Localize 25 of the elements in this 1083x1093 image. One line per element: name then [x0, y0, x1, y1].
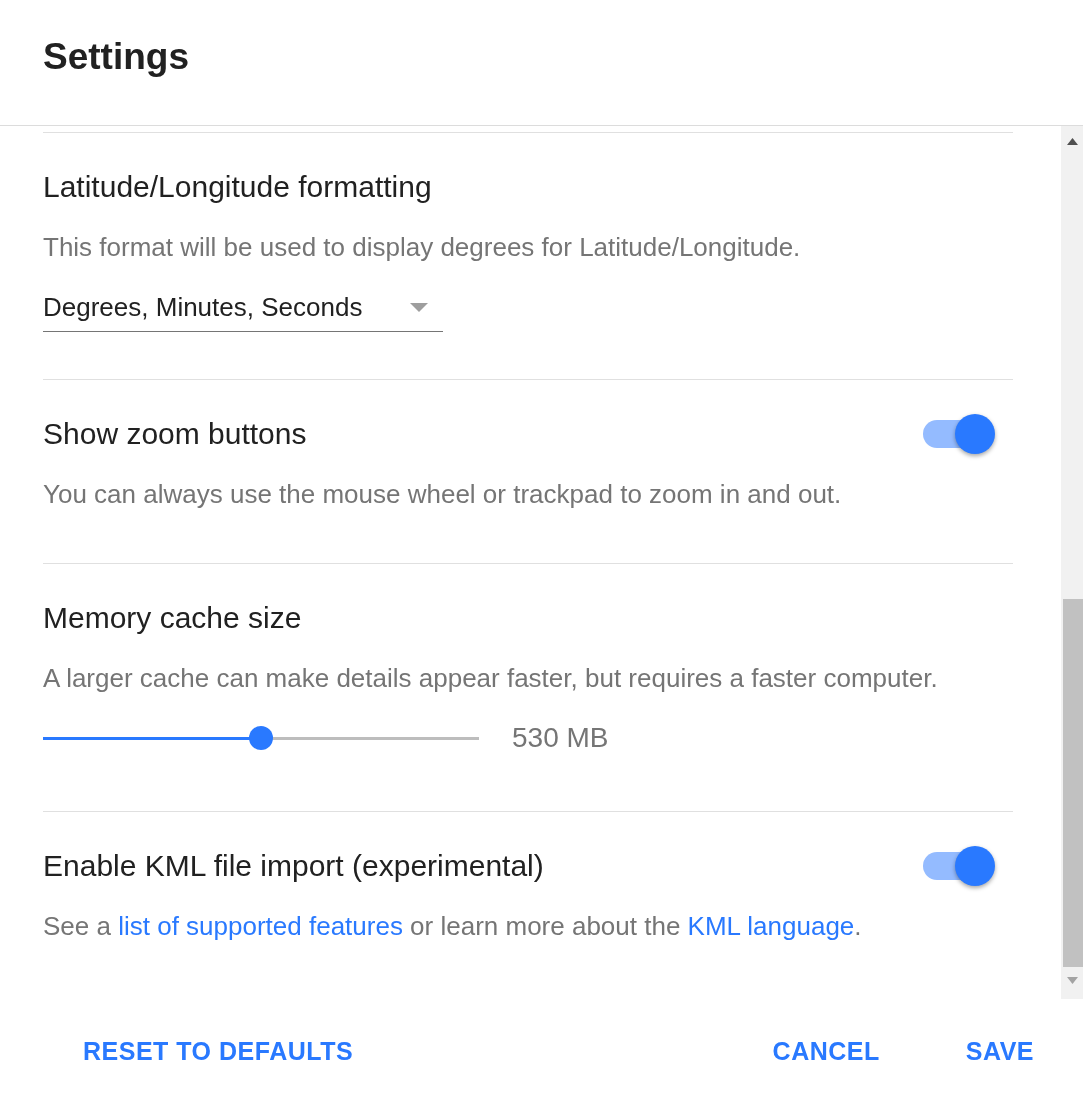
dropdown[interactable]: Degrees, Minutes, Seconds — [43, 287, 443, 332]
up-arrow-icon[interactable] — [1066, 138, 1078, 145]
setting-title: Memory cache size — [43, 600, 302, 636]
text-button[interactable]: CANCEL — [756, 1028, 896, 1076]
setting-title: Enable KML file import (experimental) — [43, 848, 544, 884]
slider-track[interactable] — [43, 726, 479, 750]
link[interactable]: KML language — [687, 911, 855, 941]
scrollbar-thumb[interactable] — [1063, 599, 1083, 967]
toggle-switch[interactable] — [923, 414, 995, 454]
down-arrow-icon[interactable] — [1066, 977, 1078, 984]
setting-title: Show zoom buttons — [43, 416, 307, 452]
dialog-title: Settings — [43, 35, 189, 79]
setting-description: You can always use the mouse wheel or trackpad to zoom in and out. — [43, 478, 843, 510]
text-button[interactable]: SAVE — [949, 1028, 1050, 1076]
slider-thumb[interactable] — [249, 726, 273, 750]
setting-title: Latitude/Longitude formatting — [43, 169, 432, 205]
text-button[interactable]: RESET TO DEFAULTS — [67, 1028, 370, 1076]
slider-value: 530 MB — [512, 721, 609, 755]
setting-description: A larger cache can make details appear faster, but requires a faster computer. — [43, 662, 939, 694]
setting-description: This format will be used to display degrees for Latitude/Longitude. — [43, 231, 802, 263]
caret-icon — [410, 302, 428, 312]
toggle-switch[interactable] — [923, 846, 995, 886]
setting-description: See a list of supported features or learn more about the KML language. — [43, 910, 863, 942]
scrollbar-track[interactable] — [1061, 126, 1083, 999]
link[interactable]: list of supported features — [118, 911, 403, 941]
